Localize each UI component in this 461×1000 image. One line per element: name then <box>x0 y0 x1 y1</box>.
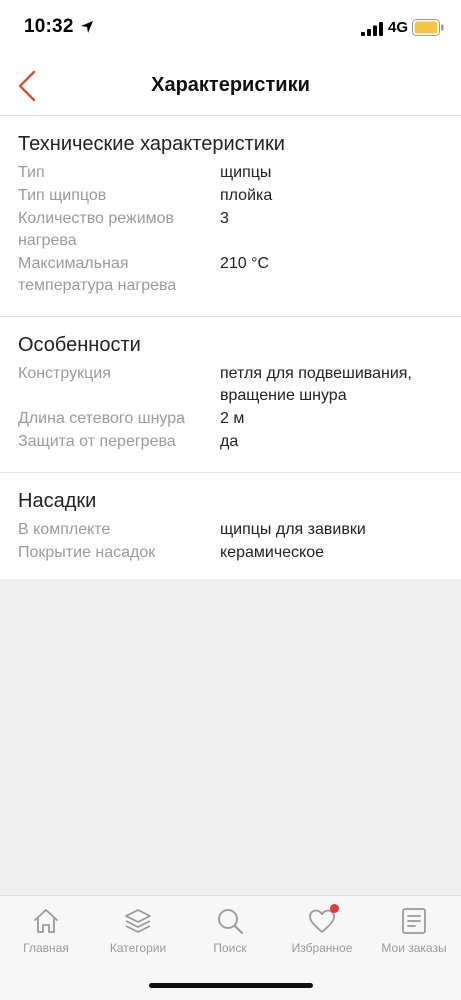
spec-row: Покрытие насадок керамическое <box>18 542 443 564</box>
nav-bar: Характеристики <box>0 56 461 116</box>
spec-row: Тип щипцов плойка <box>18 185 443 207</box>
search-icon <box>218 909 243 934</box>
tab-categories[interactable]: Категории <box>92 906 184 955</box>
page-title: Характеристики <box>151 74 310 96</box>
signal-icon <box>361 22 383 36</box>
section-title: Особенности <box>18 334 141 356</box>
spec-label: Тип <box>18 164 45 181</box>
tab-label: Категории <box>109 941 167 955</box>
status-bar: 10:32 4G <box>0 0 461 56</box>
spec-value: 3 <box>220 210 229 227</box>
spec-label: Количество режимов нагрева <box>18 210 175 249</box>
tab-label: Поиск <box>213 941 247 955</box>
spec-label: Конструкция <box>18 365 111 382</box>
section-title: Технические характеристики <box>18 133 285 155</box>
spec-value: петля для подвешивания, вращение шнура <box>220 365 412 404</box>
spec-row: Длина сетевого шнура 2 м <box>18 408 443 430</box>
spec-row: В комплекте щипцы для завивки <box>18 519 443 541</box>
spec-label: Защита от перегрева <box>18 433 176 450</box>
spec-label: В комплекте <box>18 521 111 538</box>
section-attachments: Насадки В комплекте щипцы для завивки По… <box>0 473 461 579</box>
section-title: Насадки <box>18 490 97 512</box>
tab-label: Избранное <box>291 941 353 955</box>
location-arrow-icon <box>81 21 93 33</box>
spec-value: 210 °C <box>220 255 270 272</box>
screen: 10:32 4G Характеристики Технические хара… <box>0 0 461 1000</box>
home-indicator <box>149 983 313 988</box>
tab-search[interactable]: Поиск <box>184 906 276 955</box>
spec-row: Количество режимов нагрева 3 <box>18 208 443 252</box>
tab-orders[interactable]: Мои заказы <box>368 906 460 955</box>
orders-icon <box>402 908 426 934</box>
spec-value: плойка <box>220 187 273 204</box>
spec-row: Конструкция петля для подвешивания, вращ… <box>18 363 443 407</box>
layers-icon <box>125 909 151 933</box>
tab-label: Мои заказы <box>381 941 447 955</box>
section-features: Особенности Конструкция петля для подвеш… <box>0 317 461 473</box>
section-technical: Технические характеристики Тип щипцы Тип… <box>0 116 461 317</box>
spec-label: Длина сетевого шнура <box>18 410 186 427</box>
specs-content: Технические характеристики Тип щипцы Тип… <box>0 116 461 579</box>
spec-value: керамическое <box>220 544 325 561</box>
network-type: 4G <box>388 19 409 36</box>
spec-row: Защита от перегрева да <box>18 431 443 453</box>
spec-label: Тип щипцов <box>18 187 107 204</box>
tab-label: Главная <box>23 941 69 955</box>
home-icon <box>34 909 58 933</box>
tab-favorites[interactable]: Избранное <box>276 904 368 955</box>
spec-value: щипцы <box>220 164 272 181</box>
spec-value: щипцы для завивки <box>220 521 366 538</box>
spec-label: Максимальная температура нагрева <box>18 255 177 294</box>
spec-row: Тип щипцы <box>18 162 443 184</box>
status-time: 10:32 <box>24 16 74 37</box>
favorites-badge <box>330 904 339 913</box>
spec-value: 2 м <box>220 410 245 427</box>
spec-row: Максимальная температура нагрева 210 °C <box>18 253 443 297</box>
spec-value: да <box>220 433 239 450</box>
spec-label: Покрытие насадок <box>18 544 156 561</box>
battery-icon <box>412 19 444 36</box>
tab-home[interactable]: Главная <box>0 906 92 955</box>
